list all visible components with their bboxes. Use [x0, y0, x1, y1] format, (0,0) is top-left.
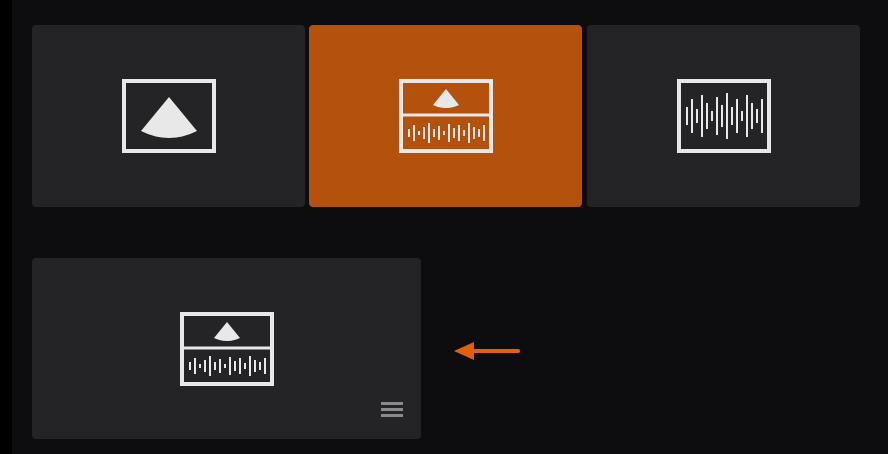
m-mode-button[interactable]: [587, 25, 860, 207]
b-m-mode-button[interactable]: [309, 25, 582, 207]
b-mode-m-mode-split-icon: [179, 311, 274, 386]
b-mode-sector-icon: [121, 79, 216, 153]
b-mode-m-mode-split-icon: [398, 79, 493, 153]
hamburger-menu-icon[interactable]: [381, 401, 403, 417]
b-mode-button[interactable]: [32, 25, 305, 207]
m-mode-waveform-icon: [676, 79, 771, 153]
mode-preview-tile[interactable]: [32, 258, 421, 439]
arrow-left-icon: [454, 342, 520, 360]
